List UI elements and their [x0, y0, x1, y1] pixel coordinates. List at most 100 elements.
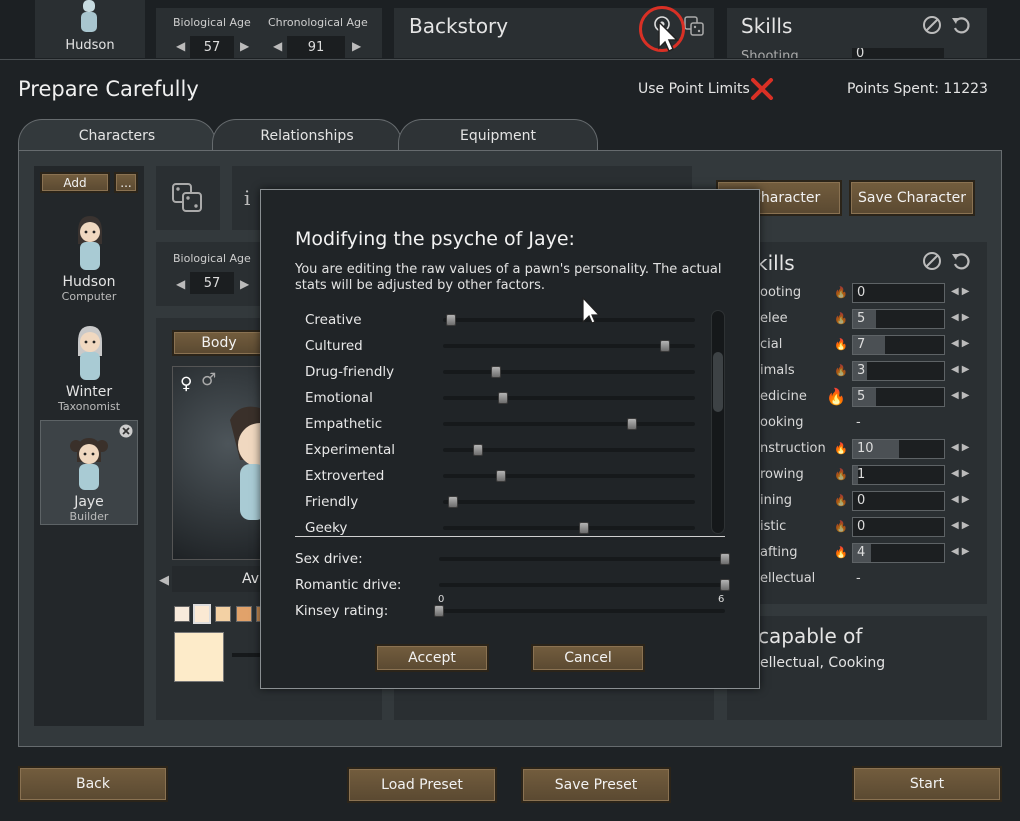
trait-slider[interactable] [443, 522, 695, 534]
pawn-avatar-hudson[interactable] [72, 214, 108, 274]
skill-label: ining [760, 493, 792, 508]
skills-clear-icon[interactable] [922, 251, 942, 271]
skill-level-field[interactable]: 1 [852, 465, 945, 485]
trait-slider-knob[interactable] [448, 496, 459, 508]
skill-level-field[interactable]: 3 [852, 361, 945, 381]
trait-slider[interactable] [443, 418, 695, 430]
skill-level-field[interactable]: 0 [852, 517, 945, 537]
trait-slider[interactable] [443, 392, 695, 404]
pawn-options-button[interactable]: ... [114, 172, 138, 193]
appearance-prev-arrow[interactable]: ◀ [159, 573, 169, 588]
kinsey-slider-knob[interactable] [434, 605, 444, 617]
skill-adjust-arrows[interactable]: ◀▶ [951, 390, 972, 401]
trait-slider[interactable] [443, 340, 695, 352]
body-button[interactable]: Body [172, 330, 266, 356]
skill-adjust-arrows[interactable]: ◀▶ [951, 442, 972, 453]
start-button[interactable]: Start [852, 766, 1002, 802]
skill-adjust-arrows[interactable]: ◀▶ [951, 494, 972, 505]
no-passion-icon[interactable]: 🔥 [834, 286, 848, 299]
save-preset-button[interactable]: Save Preset [521, 767, 671, 803]
trait-slider[interactable] [443, 496, 695, 508]
skill-adjust-arrows[interactable]: ◀▶ [951, 312, 972, 323]
skin-swatch-4[interactable] [236, 606, 252, 622]
skill-adjust-arrows[interactable]: ◀▶ [951, 520, 972, 531]
skill-adjust-arrows[interactable]: ◀▶ [951, 286, 972, 297]
bg-bio-age-value[interactable]: 57 [190, 36, 234, 58]
trait-scrollbar-thumb[interactable] [713, 352, 723, 412]
skill-adjust-arrows[interactable]: ◀▶ [951, 468, 972, 479]
trait-slider-knob[interactable] [659, 340, 670, 352]
no-passion-icon[interactable]: 🔥 [834, 364, 848, 377]
trait-slider[interactable] [443, 470, 695, 482]
trait-slider-knob[interactable] [579, 522, 590, 534]
bg-backstory-dice-icon[interactable] [684, 16, 704, 36]
bg-bio-age-increase[interactable]: ▶ [240, 39, 249, 53]
skill-level-field[interactable]: 10 [852, 439, 945, 459]
skin-slider-track[interactable] [232, 653, 262, 657]
skin-swatch-3[interactable] [215, 606, 231, 622]
skill-level-field[interactable]: 5 [852, 387, 945, 407]
skill-level-field[interactable]: 0 [852, 283, 945, 303]
bio-age-increase[interactable]: ▶ [240, 277, 249, 291]
trait-slider-knob[interactable] [495, 470, 506, 482]
minor-passion-icon[interactable]: 🔥 [834, 546, 848, 559]
add-pawn-button[interactable]: Add [40, 172, 110, 193]
info-icon[interactable]: i [244, 186, 250, 210]
no-passion-icon[interactable]: 🔥 [834, 468, 848, 481]
tab-relationships[interactable]: Relationships [212, 119, 402, 151]
bg-shooting-value[interactable]: 0 [852, 48, 944, 58]
trait-scrollbar[interactable] [711, 310, 725, 534]
skill-level-field[interactable]: 7 [852, 335, 945, 355]
trait-slider-knob[interactable] [627, 418, 637, 430]
kinsey-slider[interactable] [434, 605, 725, 617]
bio-age-value[interactable]: 57 [190, 272, 234, 294]
bio-age-decrease[interactable]: ◀ [176, 277, 185, 291]
remove-pawn-icon[interactable] [119, 424, 133, 438]
bg-skills-reset-icon[interactable] [951, 15, 973, 35]
minor-passion-icon[interactable]: 🔥 [834, 442, 848, 455]
trait-slider-knob[interactable] [498, 392, 509, 404]
accept-button[interactable]: Accept [375, 644, 489, 672]
skill-level-field[interactable]: 5 [852, 309, 945, 329]
pawn-avatar-winter[interactable] [72, 324, 108, 384]
appearance-option[interactable]: Av [172, 566, 266, 592]
save-character-button[interactable]: Save Character [849, 180, 975, 216]
no-passion-icon[interactable]: 🔥 [834, 494, 848, 507]
trait-slider-knob[interactable] [490, 366, 501, 378]
cancel-button[interactable]: Cancel [531, 644, 645, 672]
female-gender-icon[interactable]: ♀ [180, 374, 192, 394]
romantic-drive-slider[interactable] [439, 579, 730, 591]
sex-drive-slider-knob[interactable] [720, 553, 730, 565]
trait-slider[interactable] [443, 314, 695, 326]
no-passion-icon[interactable]: 🔥 [834, 312, 848, 325]
sex-drive-slider[interactable] [439, 553, 730, 565]
skin-swatch-1[interactable] [174, 606, 190, 622]
load-preset-button[interactable]: Load Preset [347, 767, 497, 803]
trait-slider-knob[interactable] [473, 444, 484, 456]
skin-swatch-2-selected[interactable] [193, 604, 211, 624]
major-passion-icon[interactable]: 🔥 [826, 387, 846, 406]
tab-equipment[interactable]: Equipment [398, 119, 598, 151]
trait-slider[interactable] [443, 366, 695, 378]
bg-chrono-age-decrease[interactable]: ◀ [273, 39, 282, 53]
point-limits-toggle-icon[interactable] [750, 78, 774, 100]
skill-adjust-arrows[interactable]: ◀▶ [951, 338, 972, 349]
minor-passion-icon[interactable]: 🔥 [834, 338, 848, 351]
skills-reset-icon[interactable] [951, 251, 973, 271]
bg-skills-clear-icon[interactable] [922, 15, 942, 35]
male-gender-icon[interactable]: ♂ [201, 370, 216, 390]
romantic-drive-slider-knob[interactable] [720, 579, 730, 591]
bg-chrono-age-value[interactable]: 91 [287, 36, 345, 58]
skill-level-field[interactable]: 0 [852, 491, 945, 511]
bg-chrono-age-increase[interactable]: ▶ [352, 39, 361, 53]
randomize-dice-icon[interactable] [172, 183, 204, 213]
bg-bio-age-decrease[interactable]: ◀ [176, 39, 185, 53]
skill-adjust-arrows[interactable]: ◀▶ [951, 364, 972, 375]
skill-level-field[interactable]: 4 [852, 543, 945, 563]
tab-characters[interactable]: Characters [18, 119, 216, 151]
trait-slider[interactable] [443, 444, 695, 456]
skill-adjust-arrows[interactable]: ◀▶ [951, 546, 972, 557]
back-button[interactable]: Back [18, 766, 168, 802]
no-passion-icon[interactable]: 🔥 [834, 520, 848, 533]
trait-slider-knob[interactable] [445, 314, 456, 326]
